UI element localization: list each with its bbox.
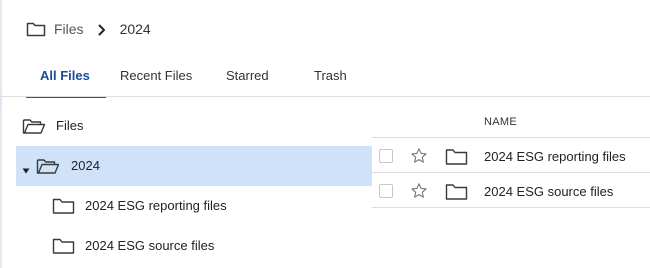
chevron-right-icon xyxy=(98,23,106,36)
tab-trash[interactable]: Trash xyxy=(314,62,364,98)
folder-icon xyxy=(52,236,76,256)
tab-starred[interactable]: Starred xyxy=(226,62,286,98)
folder-icon xyxy=(52,196,76,216)
star-icon[interactable] xyxy=(410,182,428,200)
breadcrumb-current: 2024 xyxy=(119,21,151,37)
table-row[interactable]: 2024 ESG source files xyxy=(372,174,650,208)
folder-icon xyxy=(445,182,469,201)
folder-icon[interactable] xyxy=(26,20,46,38)
tab-all-files[interactable]: All Files xyxy=(26,62,106,98)
tab-label: Trash xyxy=(314,68,347,83)
row-checkbox[interactable] xyxy=(379,149,393,163)
tree-item-label: 2024 xyxy=(71,158,100,173)
column-header-name[interactable]: NAME xyxy=(484,116,517,128)
breadcrumb-root[interactable]: Files xyxy=(54,21,84,37)
folder-open-icon xyxy=(22,116,46,136)
caret-down-icon[interactable] xyxy=(22,162,30,174)
file-browser: Files 2024 All Files Recent Files Starre… xyxy=(0,0,650,268)
tree-item-esg-source[interactable]: 2024 ESG source files xyxy=(16,226,372,266)
file-name[interactable]: 2024 ESG source files xyxy=(484,184,613,199)
table-header: NAME xyxy=(372,106,650,138)
tabs-divider xyxy=(0,96,650,97)
star-icon[interactable] xyxy=(410,147,428,165)
breadcrumb: Files 2024 xyxy=(26,19,151,39)
table-row[interactable]: 2024 ESG reporting files xyxy=(372,139,650,173)
tree-item-label: 2024 ESG source files xyxy=(85,238,215,253)
folder-icon xyxy=(445,147,469,166)
tree-item-esg-reporting[interactable]: 2024 ESG reporting files xyxy=(16,186,372,226)
tree-item-2024[interactable]: 2024 xyxy=(16,146,372,186)
tab-label: All Files xyxy=(40,68,90,83)
tree-item-files[interactable]: Files xyxy=(16,106,372,146)
tab-recent-files[interactable]: Recent Files xyxy=(120,62,206,98)
folder-open-icon xyxy=(36,156,60,176)
row-checkbox[interactable] xyxy=(379,184,393,198)
left-edge-divider xyxy=(0,0,2,268)
tab-label: Starred xyxy=(226,68,269,83)
tree-item-label: Files xyxy=(56,118,84,133)
tab-label: Recent Files xyxy=(120,68,193,83)
tree-item-label: 2024 ESG reporting files xyxy=(85,198,227,213)
file-name[interactable]: 2024 ESG reporting files xyxy=(484,149,626,164)
